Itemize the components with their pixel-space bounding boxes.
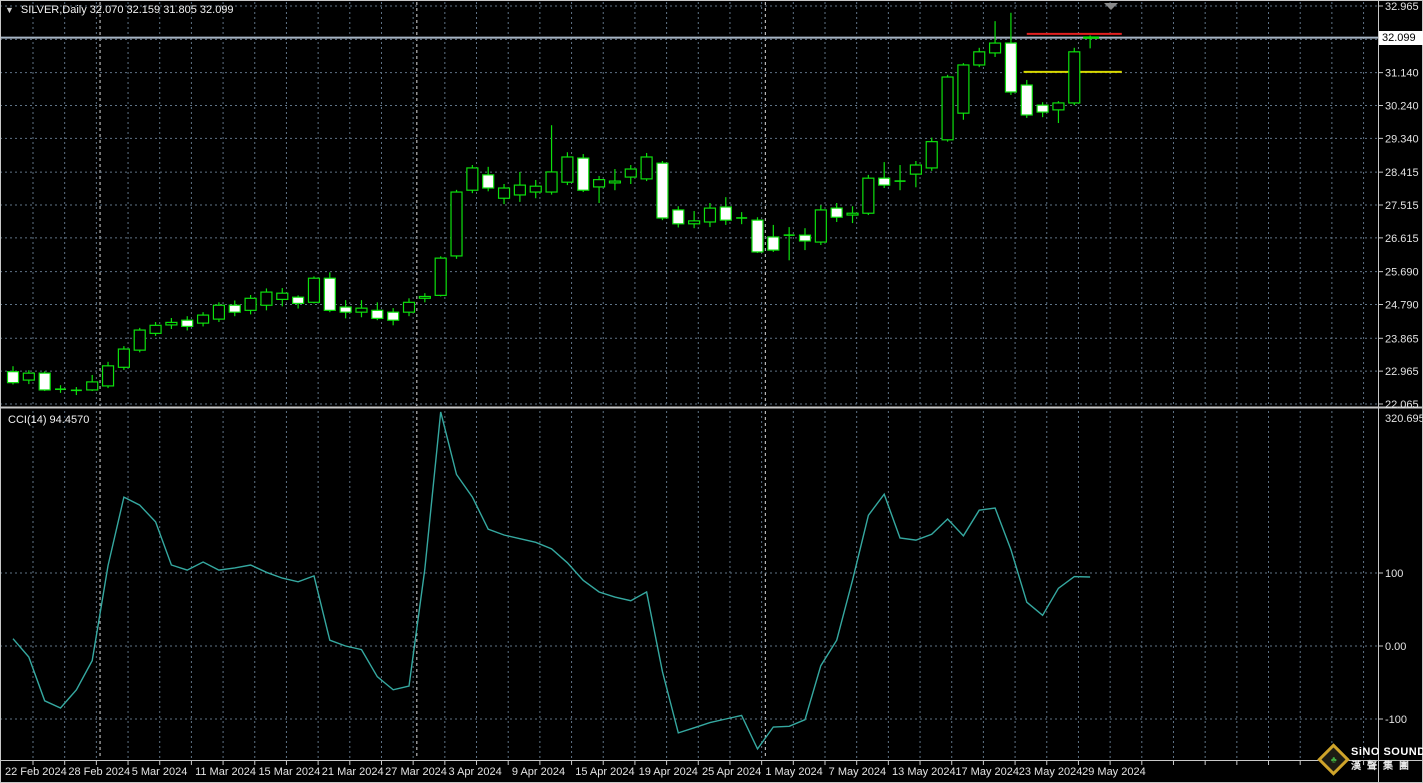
symbol-dropdown-icon[interactable]: ▼ bbox=[5, 4, 14, 16]
date-axis[interactable] bbox=[0, 760, 1378, 783]
indicator-pane[interactable] bbox=[0, 410, 1378, 760]
watermark-text: SiNO SOUND16 漢聲集團 bbox=[1351, 746, 1423, 772]
sino-sound-logo-icon: ♣ bbox=[1317, 742, 1350, 776]
chart-title: ▼ SILVER,Daily 32.070 32.159 31.805 32.0… bbox=[5, 4, 234, 16]
price-axis[interactable] bbox=[1378, 0, 1423, 760]
indicator-label: CCI(14) 94.4570 bbox=[8, 414, 90, 426]
watermark-brand-cn: 漢聲集團 bbox=[1351, 761, 1415, 772]
chart-title-text: SILVER,Daily 32.070 32.159 31.805 32.099 bbox=[20, 4, 234, 16]
chart-window: 32.965 31.140 30.240 29.340 28.415 27.515 26.6… bbox=[0, 0, 1423, 783]
clover-icon: ♣ bbox=[1330, 753, 1337, 764]
broker-watermark: ♣ SiNO SOUND16 漢聲集團 bbox=[1317, 742, 1423, 776]
main-chart-pane[interactable] bbox=[0, 0, 1378, 407]
current-price-tag: 32.099 bbox=[1379, 31, 1423, 45]
